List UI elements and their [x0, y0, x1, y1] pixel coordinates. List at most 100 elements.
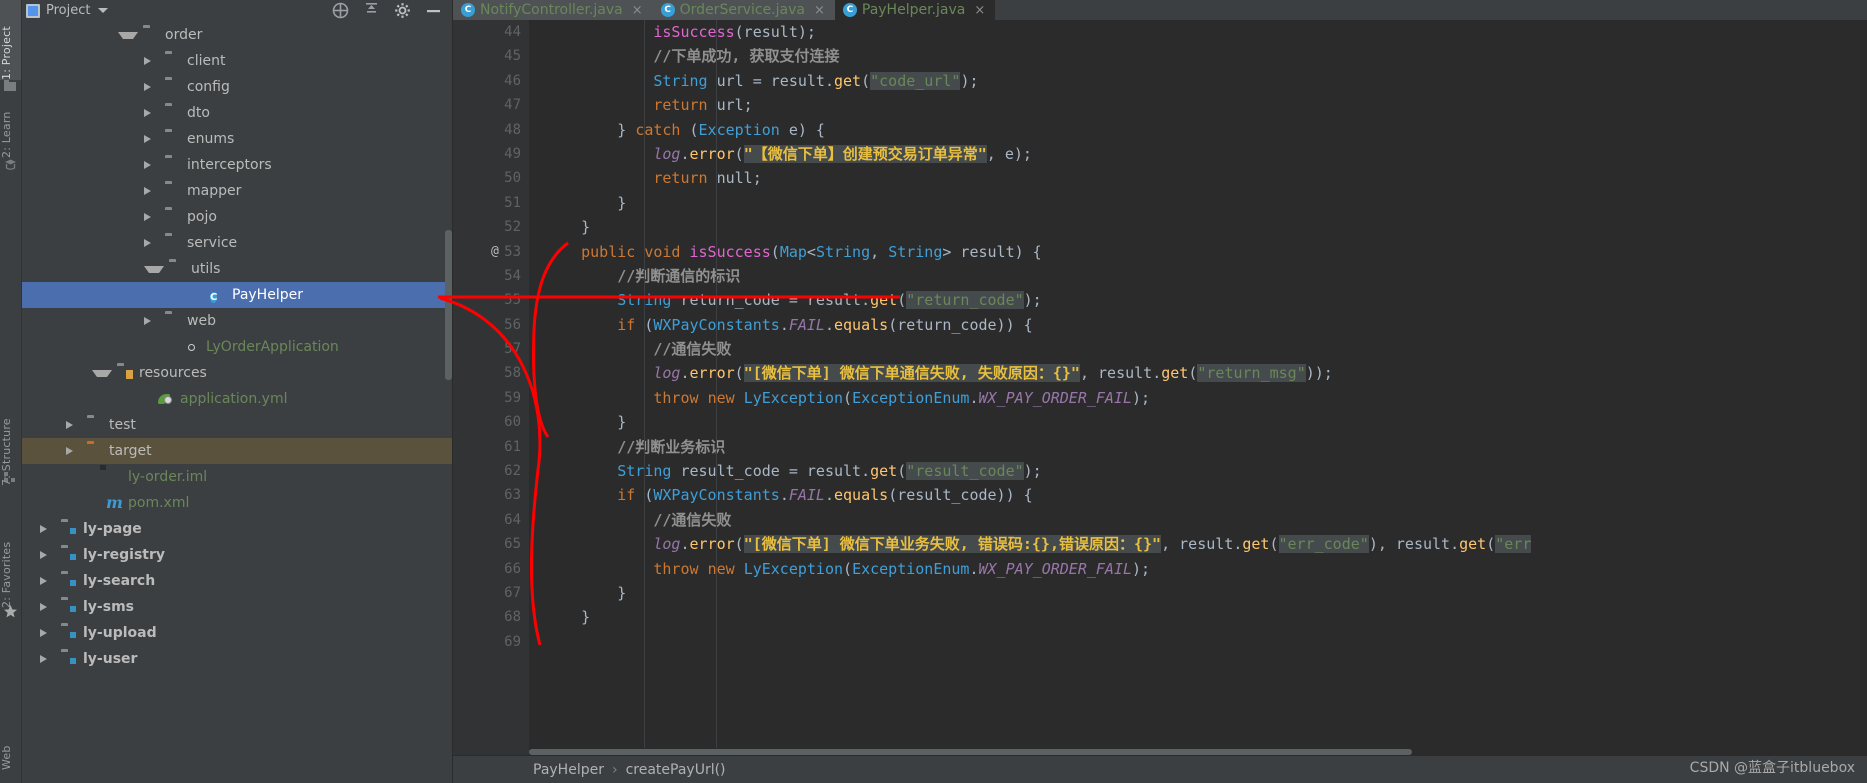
tree-item-config[interactable]: config: [22, 74, 452, 100]
editor-tab-notifycontroller-java[interactable]: C NotifyController.java ×: [453, 0, 653, 20]
tree-item-ly-page[interactable]: ly-page: [22, 516, 452, 542]
close-icon[interactable]: ×: [632, 3, 643, 18]
chevron-right-icon[interactable]: [40, 655, 54, 663]
gear-icon[interactable]: [394, 2, 411, 19]
hide-icon[interactable]: [363, 2, 380, 19]
tree-item-lyorderapplication[interactable]: LyOrderApplication: [22, 334, 452, 360]
chevron-down-icon[interactable]: [92, 369, 112, 377]
chevron-right-icon[interactable]: [144, 83, 158, 91]
code-line[interactable]: }: [529, 410, 1867, 434]
tree-item-ly-registry[interactable]: ly-registry: [22, 542, 452, 568]
tree-item-interceptors[interactable]: interceptors: [22, 152, 452, 178]
chevron-right-icon[interactable]: [66, 447, 80, 455]
project-square-icon: [26, 3, 40, 18]
project-tree[interactable]: order client config dto enums interceptors map…: [22, 21, 452, 783]
tree-item-order[interactable]: order: [22, 22, 452, 48]
tree-item-resources[interactable]: resources: [22, 360, 452, 386]
chevron-down-icon[interactable]: [118, 31, 138, 39]
breadcrumb-class[interactable]: PayHelper: [533, 762, 604, 778]
tree-item-utils[interactable]: utils: [22, 256, 452, 282]
chevron-down-icon[interactable]: [144, 265, 164, 273]
tree-item-ly-user[interactable]: ly-user: [22, 646, 452, 672]
tree-item-target[interactable]: target: [22, 438, 452, 464]
line-number: 68: [453, 605, 543, 629]
tool-window-favorites[interactable]: 2: Favorites: [0, 510, 21, 608]
package-folder-icon: [165, 313, 181, 329]
tree-item-ly-upload[interactable]: ly-upload: [22, 620, 452, 646]
line-number-gutter[interactable]: 44 45 46 47 48 49 50 51 52 53 @ 54 55 56 57 58 59 60 61 62 6…: [453, 20, 543, 783]
code-line[interactable]: return url;: [529, 93, 1867, 117]
tree-item-enums[interactable]: enums: [22, 126, 452, 152]
editor-tab-orderservice-java[interactable]: C OrderService.java ×: [652, 0, 835, 20]
chevron-right-icon[interactable]: [40, 629, 54, 637]
tree-item-test[interactable]: test: [22, 412, 452, 438]
project-tree-scrollbar[interactable]: [445, 230, 452, 380]
tree-item-client[interactable]: client: [22, 48, 452, 74]
code-viewport[interactable]: 44 45 46 47 48 49 50 51 52 53 @ 54 55 56 57 58 59 60 61 62 6…: [453, 20, 1867, 783]
tree-item-ly-search[interactable]: ly-search: [22, 568, 452, 594]
code-line[interactable]: return null;: [529, 166, 1867, 190]
code-line[interactable]: log.error("[微信下单] 微信下单业务失败, 错误码:{},错误原因：…: [529, 532, 1867, 556]
code-line[interactable]: String url = result.get("code_url");: [529, 69, 1867, 93]
tree-item-application-yml[interactable]: application.yml: [22, 386, 452, 412]
code-line[interactable]: String return_code = result.get("return_…: [529, 288, 1867, 312]
code-line[interactable]: if (WXPayConstants.FAIL.equals(return_co…: [529, 313, 1867, 337]
code-line[interactable]: //判断通信的标识: [529, 264, 1867, 288]
breadcrumb-method[interactable]: createPayUrl(): [626, 762, 726, 778]
tree-item-web[interactable]: web: [22, 308, 452, 334]
tree-item-ly-sms[interactable]: ly-sms: [22, 594, 452, 620]
module-folder-icon: [61, 599, 77, 615]
code-line[interactable]: }: [529, 605, 1867, 629]
chevron-right-icon[interactable]: [144, 161, 158, 169]
tree-item-dto[interactable]: dto: [22, 100, 452, 126]
tree-item-service[interactable]: service: [22, 230, 452, 256]
collapse-all-icon[interactable]: [332, 2, 349, 19]
tab-label: PayHelper.java: [861, 2, 966, 18]
editor-tab-payhelper-java[interactable]: C PayHelper.java ×: [834, 0, 996, 20]
chevron-right-icon[interactable]: [144, 57, 158, 65]
tool-window-web[interactable]: Web: [0, 700, 21, 770]
minimize-icon[interactable]: [425, 2, 442, 19]
chevron-right-icon[interactable]: [40, 603, 54, 611]
code-line[interactable]: //通信失败: [529, 508, 1867, 532]
chevron-right-icon[interactable]: [144, 239, 158, 247]
close-icon[interactable]: ×: [974, 3, 985, 18]
chevron-right-icon[interactable]: [40, 551, 54, 559]
code-line[interactable]: //下单成功, 获取支付连接: [529, 44, 1867, 68]
tree-item-mapper[interactable]: mapper: [22, 178, 452, 204]
code-line[interactable]: log.error("[微信下单] 微信下单通信失败, 失败原因：{}", re…: [529, 361, 1867, 385]
tree-item-ly-order-iml[interactable]: ly-order.iml: [22, 464, 452, 490]
code-line[interactable]: isSuccess(result);: [529, 20, 1867, 44]
chevron-right-icon[interactable]: [144, 213, 158, 221]
chevron-down-icon[interactable]: [98, 8, 109, 13]
code-line[interactable]: [529, 630, 1867, 654]
close-icon[interactable]: ×: [814, 3, 825, 18]
code-line[interactable]: if (WXPayConstants.FAIL.equals(result_co…: [529, 483, 1867, 507]
code-line[interactable]: throw new LyException(ExceptionEnum.WX_P…: [529, 386, 1867, 410]
chevron-right-icon[interactable]: [66, 421, 80, 429]
chevron-right-icon[interactable]: [40, 525, 54, 533]
code-line[interactable]: log.error("【微信下单】创建预交易订单异常", e);: [529, 142, 1867, 166]
tool-window-learn[interactable]: 2: Learn: [0, 98, 21, 158]
chevron-right-icon[interactable]: [40, 577, 54, 585]
code-line[interactable]: //判断业务标识: [529, 435, 1867, 459]
tree-item-payhelper[interactable]: C PayHelper: [22, 282, 452, 308]
code-line[interactable]: String result_code = result.get("result_…: [529, 459, 1867, 483]
tree-item-pojo[interactable]: pojo: [22, 204, 452, 230]
tool-window-project[interactable]: 1: Project: [0, 0, 21, 80]
code-line[interactable]: }: [529, 581, 1867, 605]
chevron-right-icon[interactable]: [144, 109, 158, 117]
code-line[interactable]: }: [529, 191, 1867, 215]
code-text-area[interactable]: isSuccess(result); //下单成功, 获取支付连接 String…: [529, 20, 1867, 783]
editor-tab-bar[interactable]: C NotifyController.java × C OrderService.jav…: [453, 0, 1867, 20]
chevron-right-icon[interactable]: [144, 187, 158, 195]
code-line[interactable]: public void isSuccess(Map<String, String…: [529, 240, 1867, 264]
learn-icon: [3, 158, 18, 173]
code-line[interactable]: } catch (Exception e) {: [529, 118, 1867, 142]
tree-item-pom-xml[interactable]: m pom.xml: [22, 490, 452, 516]
chevron-right-icon[interactable]: [144, 135, 158, 143]
chevron-right-icon[interactable]: [144, 317, 158, 325]
code-line[interactable]: //通信失败: [529, 337, 1867, 361]
code-line[interactable]: }: [529, 215, 1867, 239]
code-line[interactable]: throw new LyException(ExceptionEnum.WX_P…: [529, 557, 1867, 581]
